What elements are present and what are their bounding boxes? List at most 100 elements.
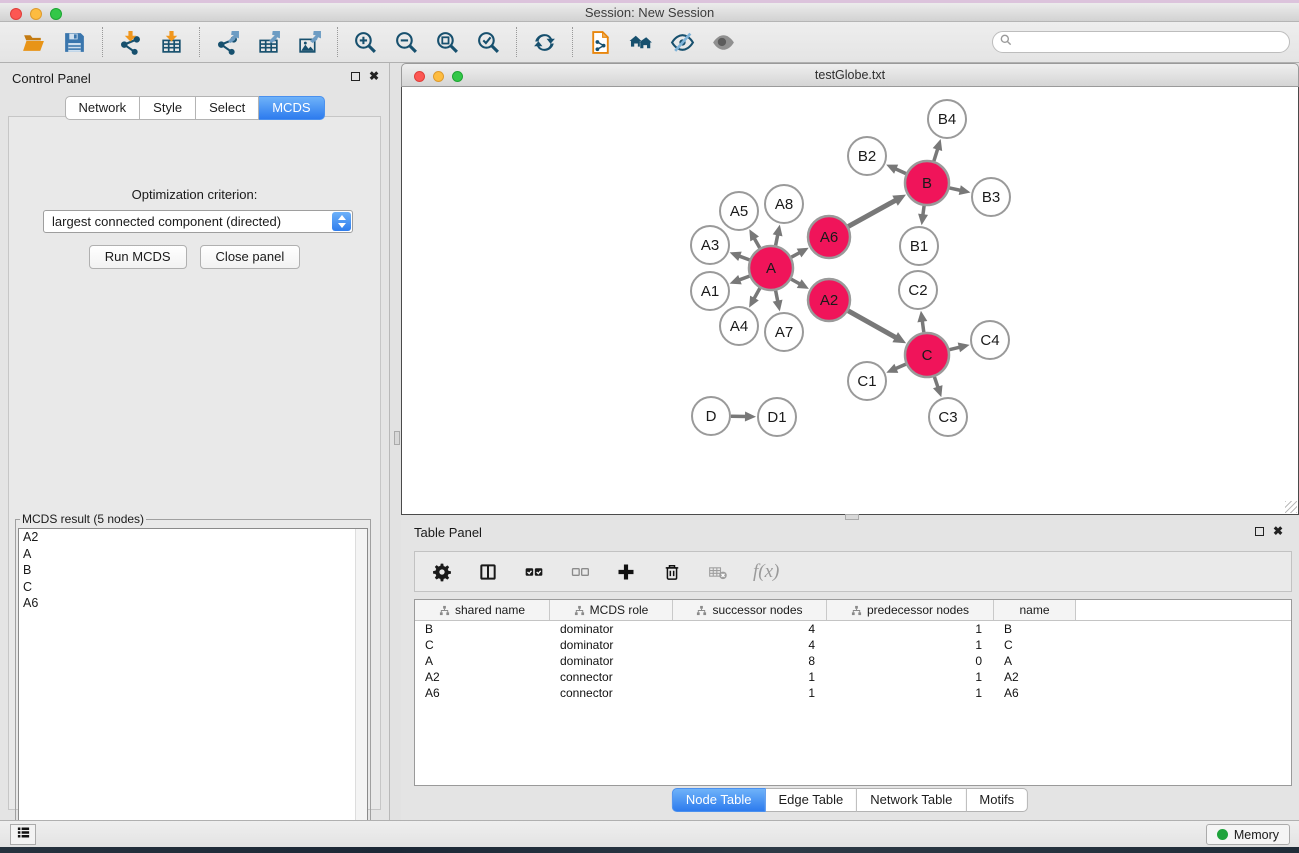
tab-network[interactable]: Network — [64, 96, 140, 120]
zoom-in-button[interactable] — [352, 29, 379, 56]
edge-C-C3[interactable] — [934, 377, 938, 388]
edge-A-A6[interactable] — [791, 252, 800, 257]
search-field[interactable] — [992, 31, 1290, 53]
graph-node-D[interactable]: D — [692, 397, 730, 435]
column-header-name[interactable]: name — [994, 600, 1076, 620]
import-table-button[interactable] — [158, 29, 185, 56]
tab-motifs[interactable]: Motifs — [966, 788, 1028, 812]
resize-handle[interactable] — [1285, 501, 1297, 513]
mcds-result-list[interactable]: A2ABCA6 — [18, 528, 368, 852]
export-table-button[interactable] — [255, 29, 282, 56]
column-header-MCDS-role[interactable]: MCDS role — [550, 600, 673, 620]
open-file-button[interactable] — [20, 29, 47, 56]
graph-node-B2[interactable]: B2 — [848, 137, 886, 175]
show-graphics-button[interactable] — [710, 29, 737, 56]
result-item[interactable]: C — [19, 579, 367, 596]
add-entry-button[interactable] — [615, 561, 637, 583]
network-window-titlebar[interactable]: testGlobe.txt — [401, 63, 1299, 87]
table-row[interactable]: Bdominator41B — [415, 621, 1291, 637]
result-scrollbar[interactable] — [355, 529, 367, 851]
table-row[interactable]: A6connector11A6 — [415, 685, 1291, 701]
graph-node-A5[interactable]: A5 — [720, 192, 758, 230]
criterion-dropdown[interactable]: largest connected component (directed) — [43, 210, 353, 233]
deselect-all-button[interactable] — [569, 561, 591, 583]
edge-B-B2[interactable] — [895, 169, 906, 174]
graph-node-A4[interactable]: A4 — [720, 307, 758, 345]
float-panel-icon[interactable] — [1255, 527, 1264, 536]
close-panel-icon[interactable]: ✖ — [369, 71, 379, 81]
edge-A-A3[interactable] — [739, 256, 750, 260]
graph-node-C3[interactable]: C3 — [929, 398, 967, 436]
graph-node-A8[interactable]: A8 — [765, 185, 803, 223]
result-item[interactable]: A — [19, 546, 367, 563]
panel-divider-grip[interactable] — [394, 431, 400, 445]
edge-A-A5[interactable] — [754, 238, 760, 248]
network-canvas[interactable]: B4B2BB3A8A5A6A3B1AC2A1A2A4A7C4CC1C3DD1 — [401, 87, 1299, 515]
graph-node-C1[interactable]: C1 — [848, 362, 886, 400]
tab-network-table[interactable]: Network Table — [857, 788, 966, 812]
table-settings-button[interactable] — [431, 561, 453, 583]
edge-C-C2[interactable] — [922, 320, 924, 332]
graph-node-A1[interactable]: A1 — [691, 272, 729, 310]
result-item[interactable]: A2 — [19, 529, 367, 546]
edge-A6-B[interactable] — [848, 200, 896, 227]
graph-node-D1[interactable]: D1 — [758, 398, 796, 436]
delete-entry-button[interactable] — [661, 561, 683, 583]
edge-A-A2[interactable] — [791, 279, 800, 284]
graph-node-B[interactable]: B — [905, 161, 949, 205]
graph-node-B1[interactable]: B1 — [900, 227, 938, 265]
search-input[interactable] — [1013, 33, 1289, 51]
table-row[interactable]: A2connector11A2 — [415, 669, 1291, 685]
tab-edge-table[interactable]: Edge Table — [765, 788, 857, 812]
column-header-successor-nodes[interactable]: successor nodes — [673, 600, 827, 620]
edge-C-C1[interactable] — [895, 364, 906, 369]
graph-node-B4[interactable]: B4 — [928, 100, 966, 138]
tab-node-table[interactable]: Node Table — [672, 788, 766, 812]
run-mcds-button[interactable]: Run MCDS — [89, 245, 187, 269]
edge-B-B4[interactable] — [934, 148, 938, 161]
graph-node-A3[interactable]: A3 — [691, 226, 729, 264]
edge-C-C4[interactable] — [949, 347, 960, 350]
graph-node-C2[interactable]: C2 — [899, 271, 937, 309]
hide-graphics-button[interactable] — [669, 29, 696, 56]
import-network-button[interactable] — [117, 29, 144, 56]
tab-select[interactable]: Select — [196, 96, 259, 120]
edge-A-A1[interactable] — [739, 276, 750, 280]
graph-node-A7[interactable]: A7 — [765, 313, 803, 351]
save-session-button[interactable] — [61, 29, 88, 56]
edge-A-A7[interactable] — [776, 291, 778, 303]
edge-A2-C[interactable] — [848, 311, 896, 338]
network-document-button[interactable] — [587, 29, 614, 56]
close-panel-icon[interactable]: ✖ — [1273, 526, 1283, 536]
graph-node-C[interactable]: C — [905, 333, 949, 377]
export-image-button[interactable] — [296, 29, 323, 56]
function-builder-button[interactable]: f(x) — [753, 561, 779, 583]
column-header-shared-name[interactable]: shared name — [415, 600, 550, 620]
zoom-selected-button[interactable] — [475, 29, 502, 56]
graph-node-A[interactable]: A — [749, 246, 793, 290]
column-header-predecessor-nodes[interactable]: predecessor nodes — [827, 600, 994, 620]
result-item[interactable]: A6 — [19, 595, 367, 612]
graph-node-A2[interactable]: A2 — [808, 279, 850, 321]
graph-node-C4[interactable]: C4 — [971, 321, 1009, 359]
result-item[interactable]: B — [19, 562, 367, 579]
table-row[interactable]: Cdominator41C — [415, 637, 1291, 653]
task-history-button[interactable] — [10, 824, 36, 845]
export-network-button[interactable] — [214, 29, 241, 56]
table-row[interactable]: Adominator80A — [415, 653, 1291, 669]
select-all-button[interactable] — [523, 561, 545, 583]
refresh-button[interactable] — [531, 29, 558, 56]
zoom-fit-button[interactable] — [434, 29, 461, 56]
edge-A-A4[interactable] — [754, 288, 760, 299]
graph-node-B3[interactable]: B3 — [972, 178, 1010, 216]
edge-B-B3[interactable] — [950, 188, 962, 191]
home-views-button[interactable] — [628, 29, 655, 56]
float-panel-icon[interactable] — [351, 72, 360, 81]
edge-B-B1[interactable] — [923, 206, 924, 216]
delete-table-button[interactable] — [707, 561, 729, 583]
edge-A-A8[interactable] — [776, 234, 778, 246]
tab-style[interactable]: Style — [140, 96, 196, 120]
close-panel-button[interactable]: Close panel — [200, 245, 301, 269]
zoom-out-button[interactable] — [393, 29, 420, 56]
memory-button[interactable]: Memory — [1206, 824, 1290, 845]
